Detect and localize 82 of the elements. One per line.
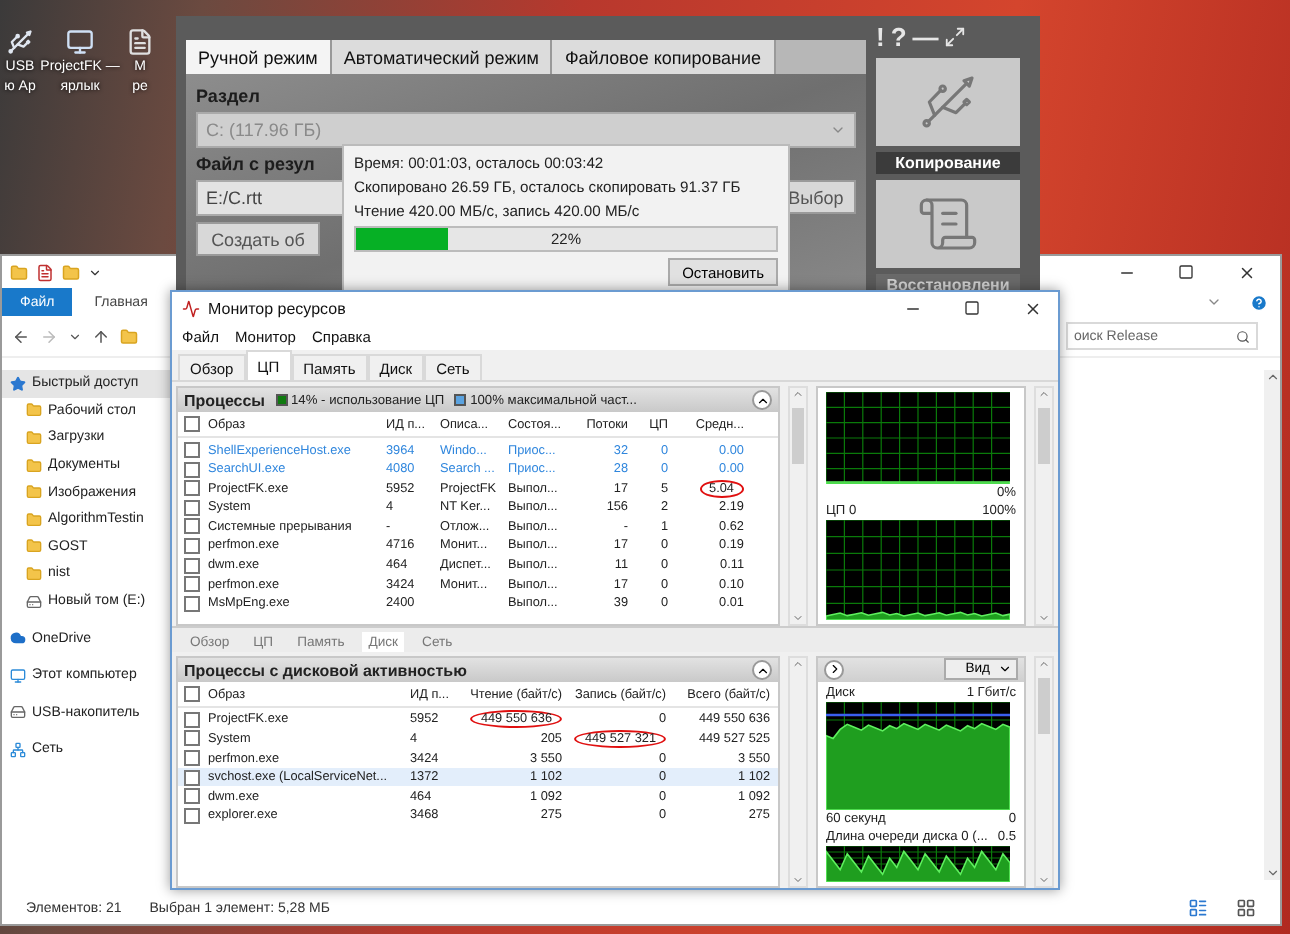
drive-icon xyxy=(26,593,42,610)
document-icon xyxy=(126,28,154,56)
expand-button[interactable] xyxy=(824,659,844,680)
row-checkbox[interactable] xyxy=(184,750,200,766)
mode-tab[interactable]: Автоматический режим xyxy=(331,40,553,74)
row-checkbox[interactable] xyxy=(184,518,200,535)
row-checkbox[interactable] xyxy=(184,442,200,459)
scrollbar[interactable] xyxy=(1264,370,1280,880)
field-label: Файл с резул xyxy=(196,154,315,174)
row-checkbox[interactable] xyxy=(184,499,200,516)
scrollbar[interactable] xyxy=(1034,656,1054,888)
star-icon xyxy=(10,375,26,392)
scroll-down-icon[interactable] xyxy=(1265,866,1279,880)
row-checkbox[interactable] xyxy=(184,480,200,497)
usb-drive-icon xyxy=(916,70,980,134)
folder-icon xyxy=(26,511,42,528)
scroll-thumb[interactable] xyxy=(1038,408,1050,465)
drive-icon xyxy=(10,704,26,721)
maximize-icon xyxy=(1178,264,1194,280)
folder-icon xyxy=(26,484,42,501)
collapse-button[interactable] xyxy=(752,660,772,681)
expand-icon[interactable] xyxy=(944,25,967,47)
chevron-up-icon xyxy=(755,663,769,678)
scroll-up-icon[interactable] xyxy=(1265,370,1279,384)
row-checkbox[interactable] xyxy=(184,769,200,786)
row-checkbox[interactable] xyxy=(184,807,200,824)
chevron-up-icon xyxy=(755,393,769,408)
row-checkbox[interactable] xyxy=(184,595,200,612)
mode-tab[interactable]: Ручной режим xyxy=(186,40,332,74)
close-icon xyxy=(1023,299,1041,318)
caret-icon xyxy=(830,122,846,138)
network-icon xyxy=(10,741,26,758)
scroll-thumb[interactable] xyxy=(792,408,804,465)
tiles-view-icon[interactable] xyxy=(1236,898,1256,918)
caret-icon[interactable] xyxy=(68,329,82,343)
usb-icon xyxy=(6,28,34,56)
scroll-icon xyxy=(916,192,980,256)
folder-icon xyxy=(26,429,42,446)
row-checkbox[interactable] xyxy=(184,537,200,554)
mode-tile[interactable] xyxy=(876,180,1020,268)
panel-title[interactable]: Процессы xyxy=(184,391,266,410)
collapse-button[interactable] xyxy=(752,390,772,411)
window-title: Монитор ресурсов xyxy=(208,299,346,318)
folder-icon xyxy=(26,565,42,582)
cloud-icon xyxy=(10,630,26,647)
window-control[interactable]: — xyxy=(912,21,939,51)
folder-icon xyxy=(26,538,42,555)
select-all-checkbox[interactable] xyxy=(184,686,200,703)
scrollbar[interactable] xyxy=(788,386,808,627)
window-control[interactable]: ? xyxy=(890,21,907,51)
folder-icon xyxy=(120,327,138,345)
field-label: Раздел xyxy=(196,86,260,106)
maximize-icon xyxy=(964,300,980,317)
folder-icon[interactable] xyxy=(62,263,80,281)
back-icon[interactable] xyxy=(12,327,30,345)
folder-icon[interactable] xyxy=(10,263,28,281)
folder-icon xyxy=(26,457,42,474)
mode-tab[interactable]: Файловое копирование xyxy=(552,40,776,74)
select-all-checkbox[interactable] xyxy=(184,416,200,433)
details-view-icon[interactable] xyxy=(1188,898,1208,918)
scroll-thumb[interactable] xyxy=(1038,678,1050,735)
help-icon[interactable] xyxy=(1250,293,1268,311)
row-checkbox[interactable] xyxy=(184,557,200,574)
computer-icon xyxy=(10,667,26,684)
row-checkbox[interactable] xyxy=(184,576,200,593)
search-icon[interactable] xyxy=(1236,329,1250,343)
row-checkbox[interactable] xyxy=(184,711,200,728)
row-checkbox[interactable] xyxy=(184,788,200,805)
chevron-down-icon[interactable] xyxy=(1206,294,1222,310)
row-checkbox[interactable] xyxy=(184,730,200,747)
close-icon xyxy=(1237,263,1255,281)
mode-tile[interactable] xyxy=(876,58,1020,146)
row-checkbox[interactable] xyxy=(184,461,200,478)
scrollbar[interactable] xyxy=(1034,386,1054,627)
caret-icon xyxy=(998,662,1012,677)
window-control[interactable]: ! xyxy=(876,21,885,51)
folder-icon xyxy=(26,402,42,419)
caret-icon[interactable] xyxy=(88,265,102,279)
tile-label[interactable]: Копирование xyxy=(876,152,1020,174)
create-button[interactable]: Создать об xyxy=(196,222,320,256)
chevron-right-icon xyxy=(827,662,841,677)
up-icon[interactable] xyxy=(92,327,110,345)
